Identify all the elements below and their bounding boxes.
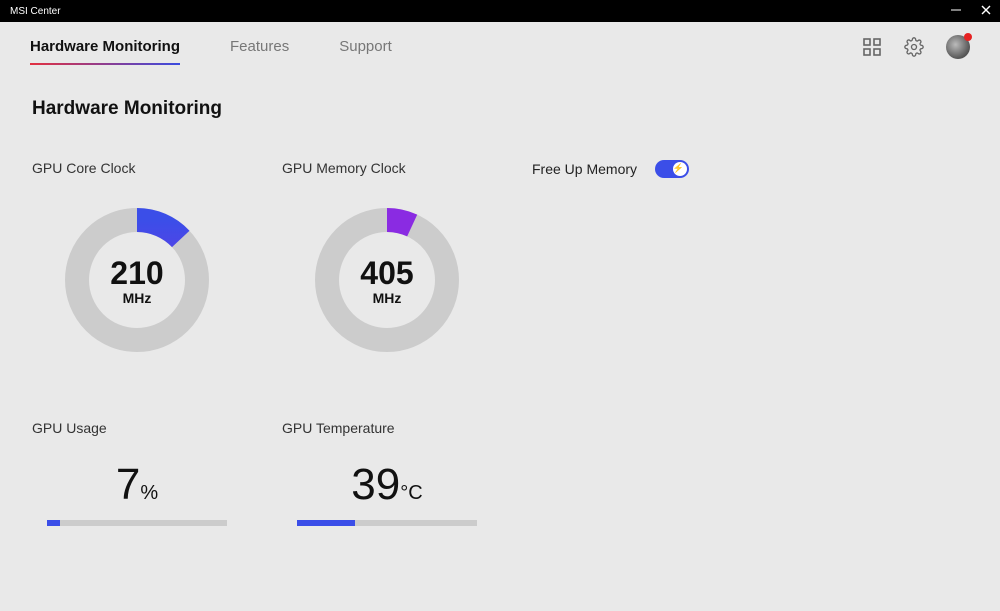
gpu-temperature-bar xyxy=(297,520,477,526)
tab-support[interactable]: Support xyxy=(339,32,392,63)
gpu-memory-clock-value: 405 xyxy=(360,255,413,292)
gpu-core-clock-label: GPU Core Clock xyxy=(32,160,242,176)
apps-grid-icon[interactable] xyxy=(862,37,882,57)
gpu-temperature-label: GPU Temperature xyxy=(282,420,492,436)
top-nav: Hardware Monitoring Features Support xyxy=(0,22,1000,72)
gear-icon[interactable] xyxy=(904,37,924,57)
minimize-icon[interactable] xyxy=(950,4,962,19)
free-up-memory-label: Free Up Memory xyxy=(532,161,637,177)
gpu-core-clock-unit: MHz xyxy=(123,290,152,306)
window-titlebar: MSI Center xyxy=(0,0,1000,22)
gpu-usage-bar xyxy=(47,520,227,526)
tab-features[interactable]: Features xyxy=(230,32,289,63)
bolt-icon: ⚡ xyxy=(673,163,684,174)
avatar[interactable] xyxy=(946,35,970,59)
gpu-memory-clock-unit: MHz xyxy=(373,290,402,306)
page-title: Hardware Monitoring xyxy=(32,98,968,120)
app-title: MSI Center xyxy=(10,6,61,17)
gpu-temperature-value: 39°C xyxy=(282,460,492,510)
close-icon[interactable] xyxy=(980,4,992,19)
free-up-memory-toggle[interactable]: ⚡ xyxy=(655,160,689,178)
gpu-memory-clock-label: GPU Memory Clock xyxy=(282,160,492,176)
gpu-core-clock-value: 210 xyxy=(110,255,163,292)
gpu-usage-value: 7% xyxy=(32,460,242,510)
gpu-core-clock-gauge: 210 MHz xyxy=(57,200,217,360)
gpu-usage-label: GPU Usage xyxy=(32,420,242,436)
gpu-memory-clock-gauge: 405 MHz xyxy=(307,200,467,360)
gpu-temperature-bar-fill xyxy=(297,520,355,526)
gpu-usage-bar-fill xyxy=(47,520,60,526)
tab-hardware-monitoring[interactable]: Hardware Monitoring xyxy=(30,32,180,63)
